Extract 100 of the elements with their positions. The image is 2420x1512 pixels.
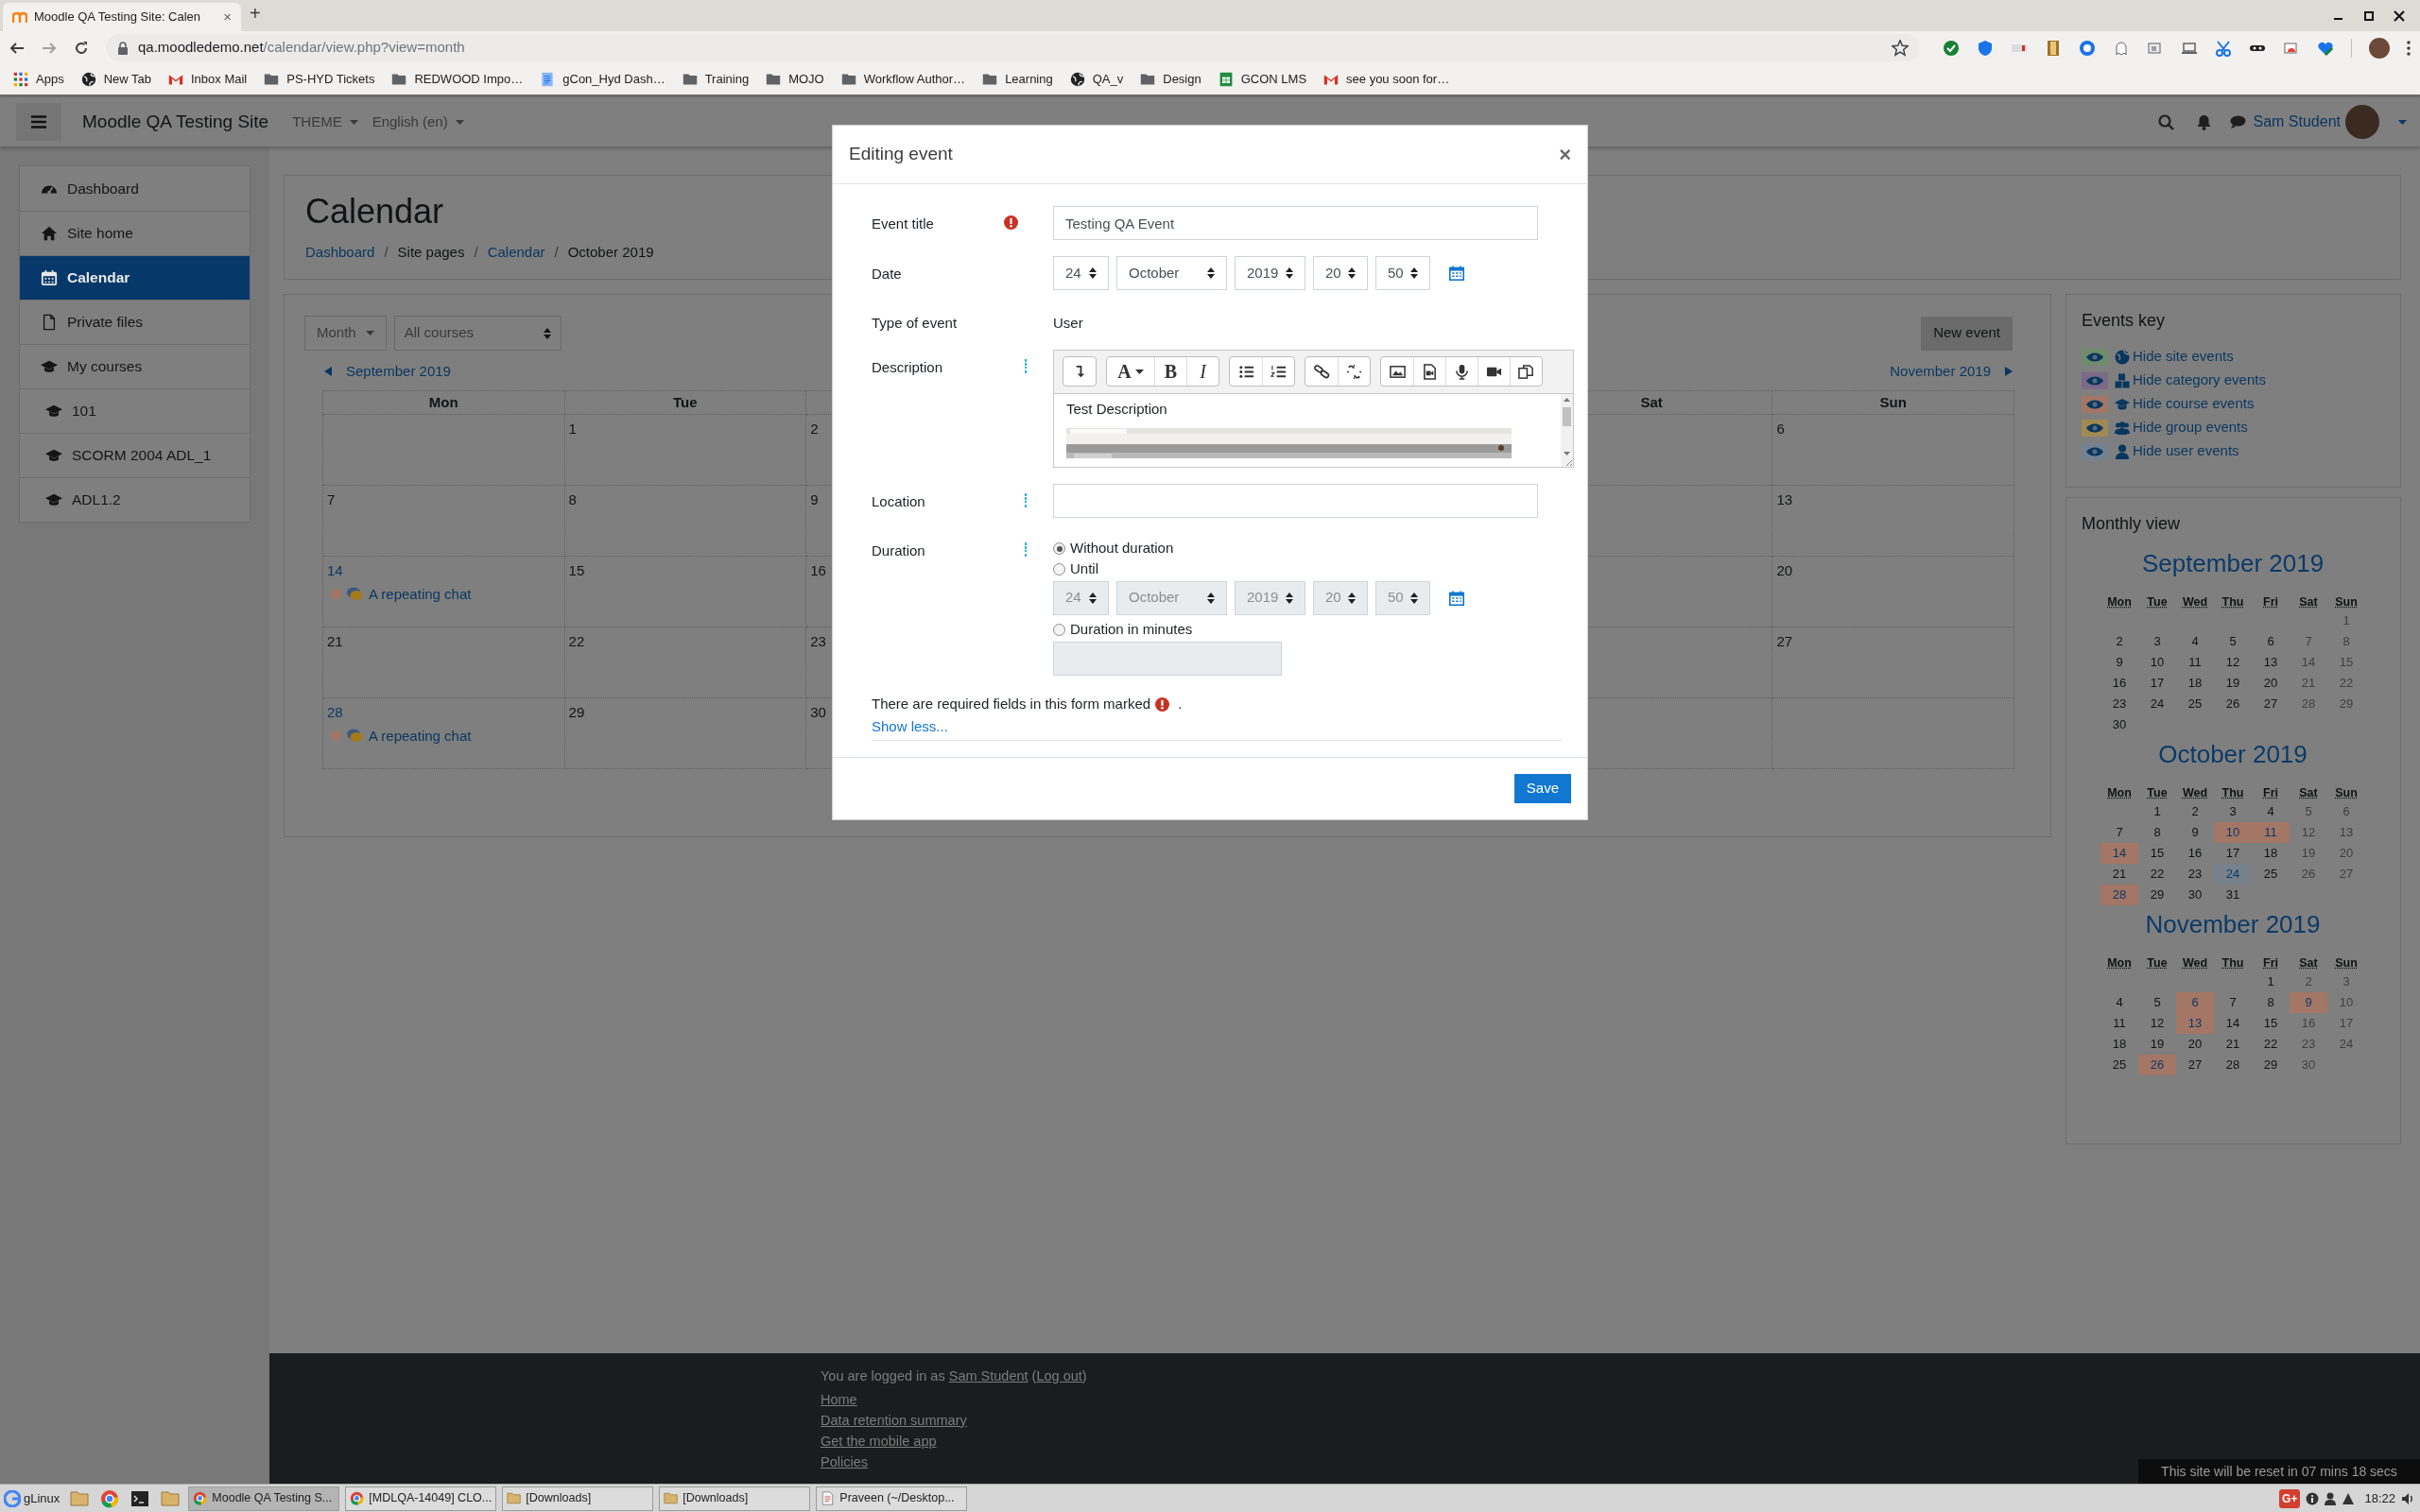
footer-link[interactable]: Get the mobile app <box>821 1433 937 1449</box>
more-menu-icon[interactable] <box>2407 40 2411 56</box>
help-icon[interactable] <box>1024 358 1028 373</box>
breadcrumb-link[interactable]: Calendar <box>487 242 545 264</box>
highlighted-day[interactable]: 10 <box>2214 822 2252 843</box>
forward-icon[interactable] <box>42 40 57 56</box>
bookmark[interactable]: New Tab <box>80 67 151 92</box>
caret-icon[interactable] <box>2398 119 2407 125</box>
visibility-toggle[interactable] <box>2082 395 2108 413</box>
sidebar-item[interactable]: 101 <box>20 388 250 433</box>
taskbar-item[interactable]: Praveen (~/Desktop... <box>816 1486 968 1511</box>
radio-button[interactable] <box>1053 542 1065 555</box>
sidebar-item[interactable]: Private files <box>20 300 250 344</box>
back-icon[interactable] <box>9 40 25 56</box>
bookmark-star-icon[interactable] <box>1892 39 1909 57</box>
logout-link[interactable]: Log out <box>1036 1368 1082 1383</box>
reload-icon[interactable] <box>74 40 89 56</box>
bookmark[interactable]: Learning <box>982 67 1053 92</box>
filter-link[interactable]: Hide site events <box>2133 346 2234 368</box>
save-button[interactable]: Save <box>1513 774 1571 803</box>
chat-icon[interactable] <box>2229 115 2246 129</box>
next-month-link[interactable]: November 2019 <box>1890 360 2013 383</box>
browser-tab[interactable]: Moodle QA Testing Site: Calen × <box>3 3 241 31</box>
profile-avatar[interactable] <box>2369 37 2390 59</box>
visibility-toggle[interactable] <box>2082 442 2108 460</box>
bookmark[interactable]: REDWOOD Impo… <box>391 67 524 92</box>
user-name[interactable]: Sam Student <box>2253 111 2341 133</box>
search-icon[interactable] <box>2157 113 2174 130</box>
text-input[interactable] <box>1053 483 1538 518</box>
bookmark[interactable]: Inbox Mail <box>168 67 248 92</box>
italic-button[interactable]: I <box>1186 357 1219 386</box>
bold-button[interactable]: B <box>1154 357 1186 386</box>
highlighted-day[interactable]: 11 <box>2252 822 2290 843</box>
site-name[interactable]: Moodle QA Testing Site <box>82 108 269 136</box>
terminal-icon[interactable] <box>130 1488 150 1508</box>
highlighted-day[interactable]: 14 <box>2100 843 2138 864</box>
visibility-toggle[interactable] <box>2082 371 2108 389</box>
day-link[interactable]: 28 <box>327 702 343 724</box>
highlighted-day[interactable]: 28 <box>2100 885 2138 905</box>
footer-link[interactable]: Home <box>821 1391 857 1407</box>
highlighted-day[interactable]: 9 <box>2290 992 2327 1013</box>
bookmark[interactable]: Workflow Author… <box>840 67 966 92</box>
view-dropdown[interactable]: Month <box>304 316 387 351</box>
tab-close-button[interactable]: × <box>223 6 232 28</box>
month-select[interactable]: October <box>1116 256 1227 290</box>
filter-link[interactable]: Hide group events <box>2133 417 2248 438</box>
visibility-toggle[interactable] <box>2082 348 2108 366</box>
volume-icon[interactable] <box>2401 1491 2414 1505</box>
new-event-button[interactable]: New event <box>1921 316 2013 351</box>
event-link[interactable]: A repeating chat <box>369 725 472 747</box>
taskbar-item[interactable]: [MDLQA-14049] CLO... <box>345 1486 497 1511</box>
help-icon[interactable] <box>1024 492 1028 507</box>
close-icon[interactable] <box>2394 9 2405 22</box>
footer-link[interactable]: Policies <box>821 1453 868 1469</box>
bookmark[interactable]: Design <box>1140 67 1201 92</box>
bookmark[interactable]: see you soon for… <box>1323 67 1450 92</box>
person-icon[interactable] <box>2325 1491 2337 1505</box>
calendar-icon[interactable] <box>1449 266 1464 281</box>
menu-button[interactable] <box>16 103 61 141</box>
browser-icon[interactable] <box>100 1488 120 1508</box>
user-profile-link[interactable]: Sam Student <box>948 1368 1028 1383</box>
previous-month-link[interactable]: September 2019 <box>324 360 451 383</box>
notification-badge[interactable]: G+ <box>2279 1488 2301 1508</box>
sidebar-item[interactable]: ADL1.2 <box>20 477 250 522</box>
bookmark[interactable]: PS-HYD Tickets <box>264 67 375 92</box>
calendar-icon[interactable] <box>1449 590 1464 606</box>
filter-link[interactable]: Hide category events <box>2133 369 2266 391</box>
day-select[interactable]: 24 <box>1053 256 1109 290</box>
radio-button[interactable] <box>1053 624 1065 636</box>
footer-link[interactable]: Data retention summary <box>821 1412 967 1428</box>
user-avatar[interactable] <box>2345 105 2379 139</box>
taskbar-item[interactable]: [Downloads] <box>659 1486 811 1511</box>
highlighted-day[interactable]: 26 <box>2138 1055 2176 1075</box>
bookmark[interactable]: MOJO <box>766 67 824 92</box>
day-link[interactable]: 14 <box>327 560 343 582</box>
sidebar-item[interactable]: Calendar <box>20 255 250 300</box>
sidebar-item[interactable]: SCORM 2004 ADL_1 <box>20 433 250 477</box>
year-select[interactable]: 2019 <box>1235 256 1305 290</box>
close-button[interactable]: × <box>1559 144 1571 165</box>
month-title-link[interactable]: October 2019 <box>2158 739 2308 769</box>
show-less-link[interactable]: Show less... <box>872 717 948 734</box>
maximize-icon[interactable] <box>2363 9 2375 22</box>
hour-select[interactable]: 20 <box>1313 256 1368 290</box>
bookmark[interactable]: Apps <box>13 67 64 92</box>
bell-icon[interactable] <box>2196 113 2211 130</box>
sidebar-item[interactable]: Dashboard <box>20 166 250 211</box>
highlighted-day[interactable]: 6 <box>2176 992 2214 1013</box>
taskbar-item[interactable]: Moodle QA Testing S... <box>188 1486 340 1511</box>
visibility-toggle[interactable] <box>2082 419 2108 437</box>
event-link[interactable]: A repeating chat <box>369 583 472 605</box>
bookmark[interactable]: QA_v <box>1069 67 1124 92</box>
filter-link[interactable]: Hide user events <box>2133 440 2239 462</box>
dropdown-menu[interactable]: English (en) <box>372 111 464 133</box>
bookmark[interactable]: gCon_Hyd Dash… <box>540 67 666 92</box>
taskbar-item[interactable]: [Downloads] <box>502 1486 654 1511</box>
text-input[interactable]: Testing QA Event <box>1053 206 1538 240</box>
course-select[interactable]: All courses <box>393 316 562 351</box>
minute-select[interactable]: 50 <box>1375 256 1430 290</box>
sidebar-item[interactable]: Site home <box>20 211 250 255</box>
highlighted-day[interactable]: 13 <box>2176 1013 2214 1034</box>
